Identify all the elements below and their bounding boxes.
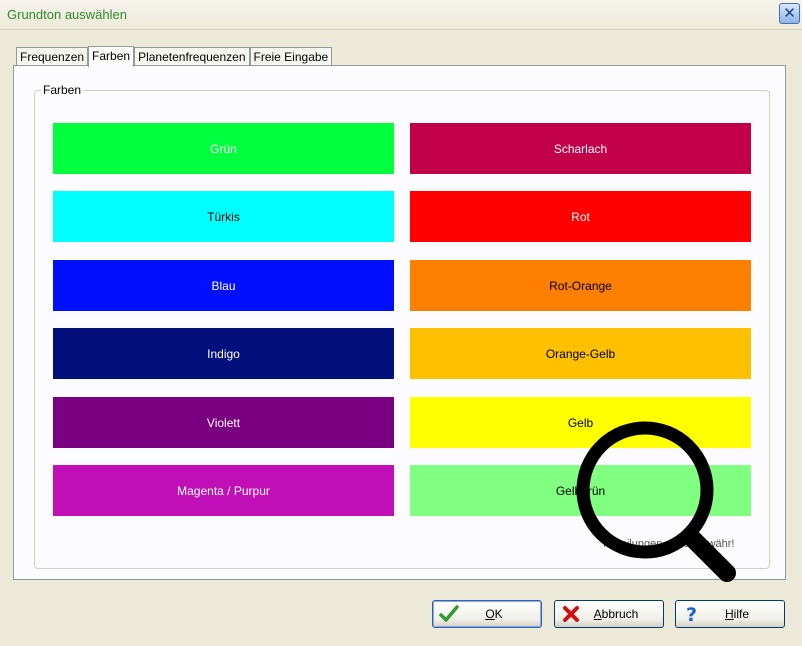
color-button-gelbgruen[interactable]: Gelbgrün [410, 465, 751, 516]
tab-farben[interactable]: Farben [88, 46, 135, 67]
tab-panel-farben: Farben Grün Türkis Blau Indigo Violett M… [13, 65, 786, 580]
ok-button[interactable]: OK [432, 600, 542, 628]
x-icon [559, 604, 583, 624]
question-icon: ? [680, 604, 704, 624]
color-button-magenta-purpur[interactable]: Magenta / Purpur [53, 465, 394, 516]
color-button-tuerkis[interactable]: Türkis [53, 191, 394, 242]
color-button-indigo[interactable]: Indigo [53, 328, 394, 379]
title-bar: Grundton auswählen ✕ [0, 0, 802, 30]
window-title: Grundton auswählen [7, 7, 127, 22]
group-label: Farben [41, 83, 84, 97]
cancel-button[interactable]: Abbruch [554, 600, 664, 628]
color-button-gruen[interactable]: Grün [53, 123, 394, 174]
color-button-violett[interactable]: Violett [53, 397, 394, 448]
dialog-window: Grundton auswählen ✕ Frequenzen Farben P… [0, 0, 802, 646]
tab-freie-eingabe[interactable]: Freie Eingabe [249, 47, 333, 66]
tab-frequenzen[interactable]: Frequenzen [16, 47, 89, 66]
cancel-label: Abbruch [593, 607, 639, 621]
disclaimer-text: Mitteilungen ohne Gewähr! [603, 538, 735, 550]
help-label: Hilfe [724, 607, 749, 621]
color-button-rot[interactable]: Rot [410, 191, 751, 242]
color-button-gelb[interactable]: Gelb [410, 397, 751, 448]
colors-groupbox: Farben Grün Türkis Blau Indigo Violett M… [34, 83, 770, 569]
close-button[interactable]: ✕ [779, 3, 800, 24]
color-button-scharlach[interactable]: Scharlach [410, 123, 751, 174]
color-button-blau[interactable]: Blau [53, 260, 394, 311]
ok-label: OK [485, 607, 503, 621]
tab-planetenfrequenzen[interactable]: Planetenfrequenzen [134, 47, 250, 66]
svg-text:?: ? [686, 604, 697, 624]
help-button[interactable]: ? Hilfe [675, 600, 785, 628]
close-icon: ✕ [783, 5, 796, 22]
color-button-rot-orange[interactable]: Rot-Orange [410, 260, 751, 311]
color-button-orange-gelb[interactable]: Orange-Gelb [410, 328, 751, 379]
checkmark-icon [437, 604, 461, 624]
tab-strip: Frequenzen Farben Planetenfrequenzen Fre… [16, 46, 333, 67]
